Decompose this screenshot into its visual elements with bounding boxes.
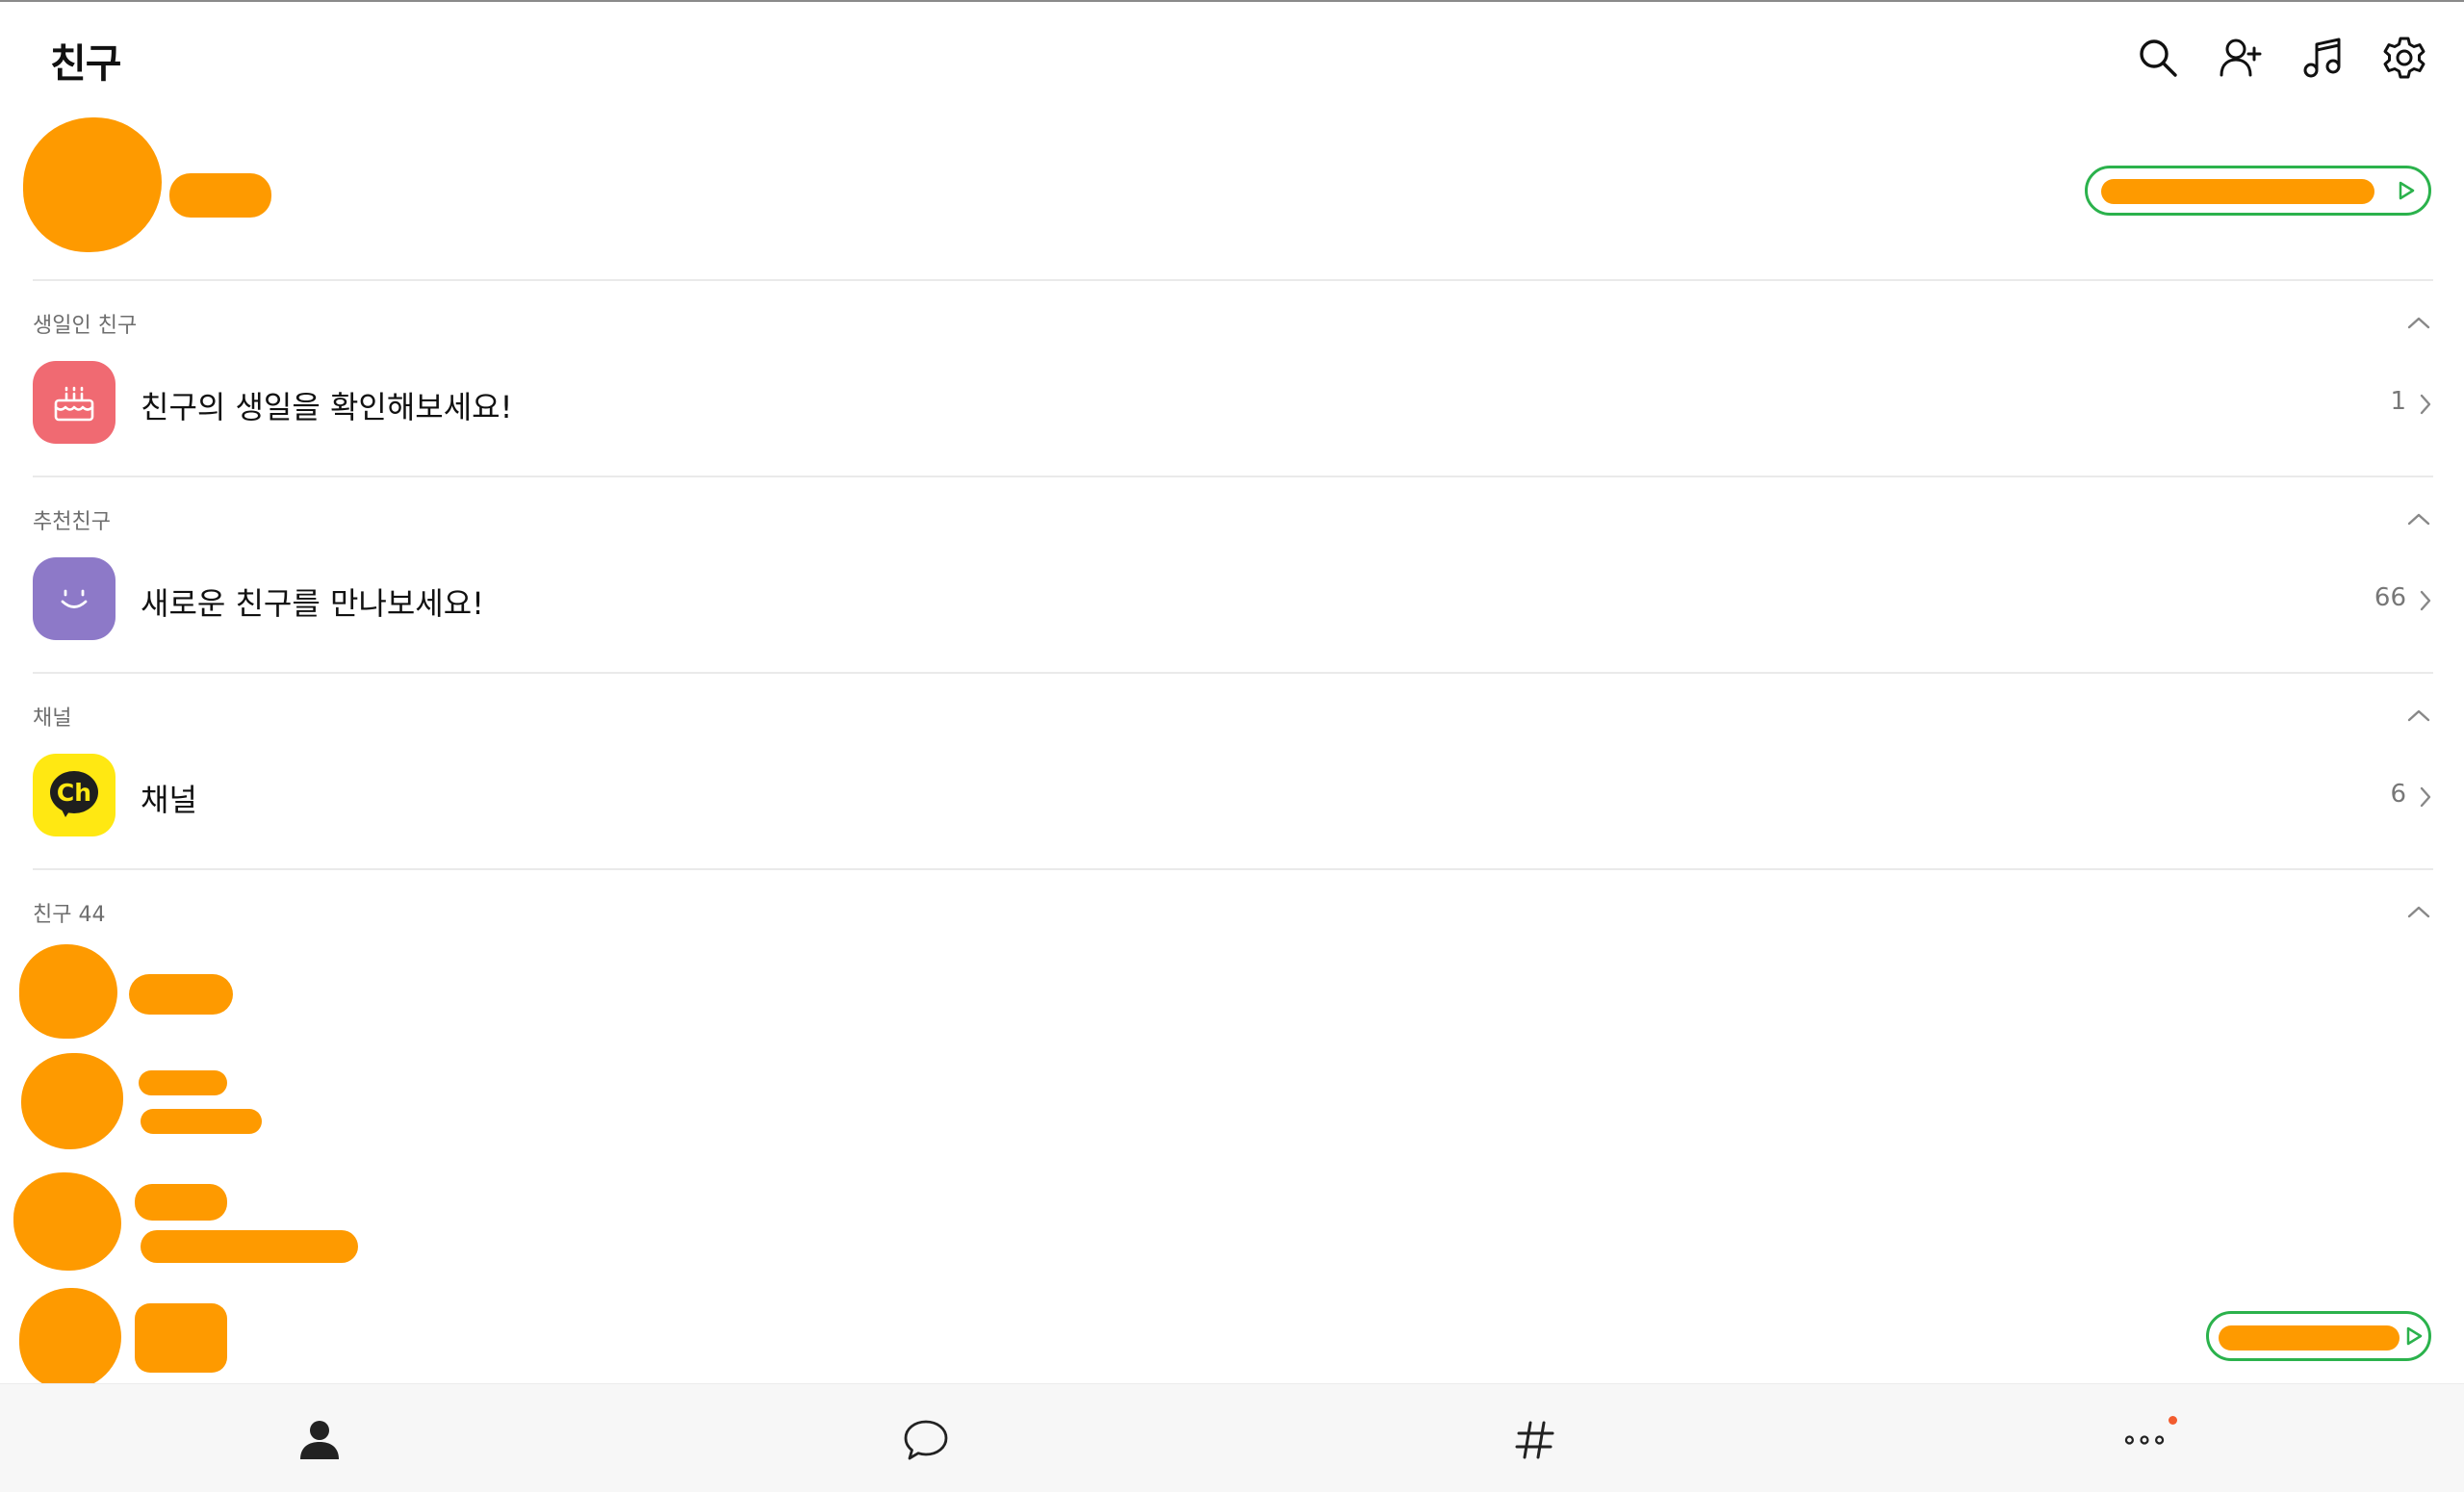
bottom-nav bbox=[0, 1383, 2464, 1492]
friend-row[interactable] bbox=[0, 1284, 2464, 1390]
chevron-up-icon[interactable] bbox=[2406, 314, 2431, 331]
more-dots-icon bbox=[2124, 1434, 2165, 1445]
cake-icon bbox=[33, 361, 116, 444]
music-title-redacted bbox=[2219, 1325, 2400, 1351]
channel-bubble: Ch bbox=[50, 771, 98, 819]
bubble-tail bbox=[60, 806, 73, 817]
smiley-icon bbox=[33, 557, 116, 640]
play-icon bbox=[2406, 1326, 2423, 1346]
friend-avatar-redacted bbox=[19, 944, 117, 1039]
friend-row[interactable] bbox=[0, 1169, 2464, 1274]
divider bbox=[33, 476, 2433, 477]
hashtag-icon bbox=[1515, 1421, 1554, 1458]
search-icon[interactable] bbox=[2131, 31, 2185, 85]
friend-name-redacted bbox=[139, 1070, 227, 1095]
my-name-redacted bbox=[169, 173, 271, 218]
chevron-right-icon bbox=[2420, 590, 2431, 611]
friend-avatar-redacted bbox=[13, 1172, 121, 1271]
section-label-birthday: 생일인 친구 bbox=[33, 314, 138, 338]
app-window: 친구 생일인 친구 친구의 생일을 확인해보세요! 1 추천친구 새로운 친구를… bbox=[0, 0, 2464, 1492]
divider bbox=[33, 279, 2433, 281]
divider bbox=[33, 672, 2433, 674]
friend-row[interactable] bbox=[0, 938, 2464, 1043]
header: 친구 bbox=[0, 2, 2464, 116]
birthday-count: 1 bbox=[2390, 387, 2406, 416]
friend-status-redacted bbox=[141, 1230, 358, 1263]
channel-count: 6 bbox=[2390, 780, 2406, 809]
recommended-row-text: 새로운 친구를 만나보세요! bbox=[141, 585, 485, 622]
my-avatar[interactable] bbox=[23, 117, 162, 252]
profile-music-button[interactable] bbox=[2085, 166, 2431, 216]
section-label-recommended: 추천친구 bbox=[33, 510, 111, 534]
divider bbox=[33, 868, 2433, 870]
channel-badge-text: Ch bbox=[50, 771, 98, 813]
friends-tab[interactable] bbox=[12, 1384, 628, 1492]
friend-name-redacted bbox=[129, 974, 233, 1015]
notification-dot bbox=[2169, 1416, 2177, 1425]
friend-status-redacted bbox=[141, 1109, 262, 1134]
settings-icon[interactable] bbox=[2377, 31, 2431, 85]
friend-row[interactable] bbox=[0, 1049, 2464, 1155]
chevron-right-icon bbox=[2420, 394, 2431, 415]
section-label-friends: 친구 44 bbox=[33, 903, 106, 927]
chats-tab[interactable] bbox=[618, 1384, 1234, 1492]
music-icon[interactable] bbox=[2297, 31, 2350, 85]
chevron-up-icon[interactable] bbox=[2406, 707, 2431, 724]
more-tab[interactable] bbox=[1836, 1384, 2452, 1492]
birthday-row-text: 친구의 생일을 확인해보세요! bbox=[141, 389, 513, 425]
music-title-redacted bbox=[2101, 179, 2374, 204]
play-icon bbox=[2399, 181, 2415, 200]
recommended-row[interactable]: 새로운 친구를 만나보세요! 66 bbox=[0, 551, 2464, 647]
friend-name-redacted bbox=[135, 1303, 227, 1373]
section-label-channel: 채널 bbox=[33, 707, 72, 731]
friend-name-redacted bbox=[135, 1184, 227, 1221]
page-title: 친구 bbox=[50, 40, 121, 87]
friend-music-button[interactable] bbox=[2206, 1311, 2431, 1361]
chevron-up-icon[interactable] bbox=[2406, 510, 2431, 527]
friend-avatar-redacted bbox=[19, 1288, 121, 1390]
chevron-right-icon bbox=[2420, 786, 2431, 808]
chevron-up-icon[interactable] bbox=[2406, 903, 2431, 920]
birthday-row[interactable]: 친구의 생일을 확인해보세요! 1 bbox=[0, 354, 2464, 450]
openchat-tab[interactable] bbox=[1227, 1384, 1843, 1492]
person-icon bbox=[300, 1420, 339, 1459]
add-friend-icon[interactable] bbox=[2214, 31, 2268, 85]
speech-bubble-icon bbox=[904, 1420, 948, 1459]
friend-avatar-redacted bbox=[21, 1053, 123, 1149]
recommended-count: 66 bbox=[2374, 583, 2406, 612]
channel-row[interactable]: Ch 채널 6 bbox=[0, 747, 2464, 843]
channel-row-text: 채널 bbox=[141, 782, 197, 818]
channel-icon: Ch bbox=[33, 754, 116, 836]
